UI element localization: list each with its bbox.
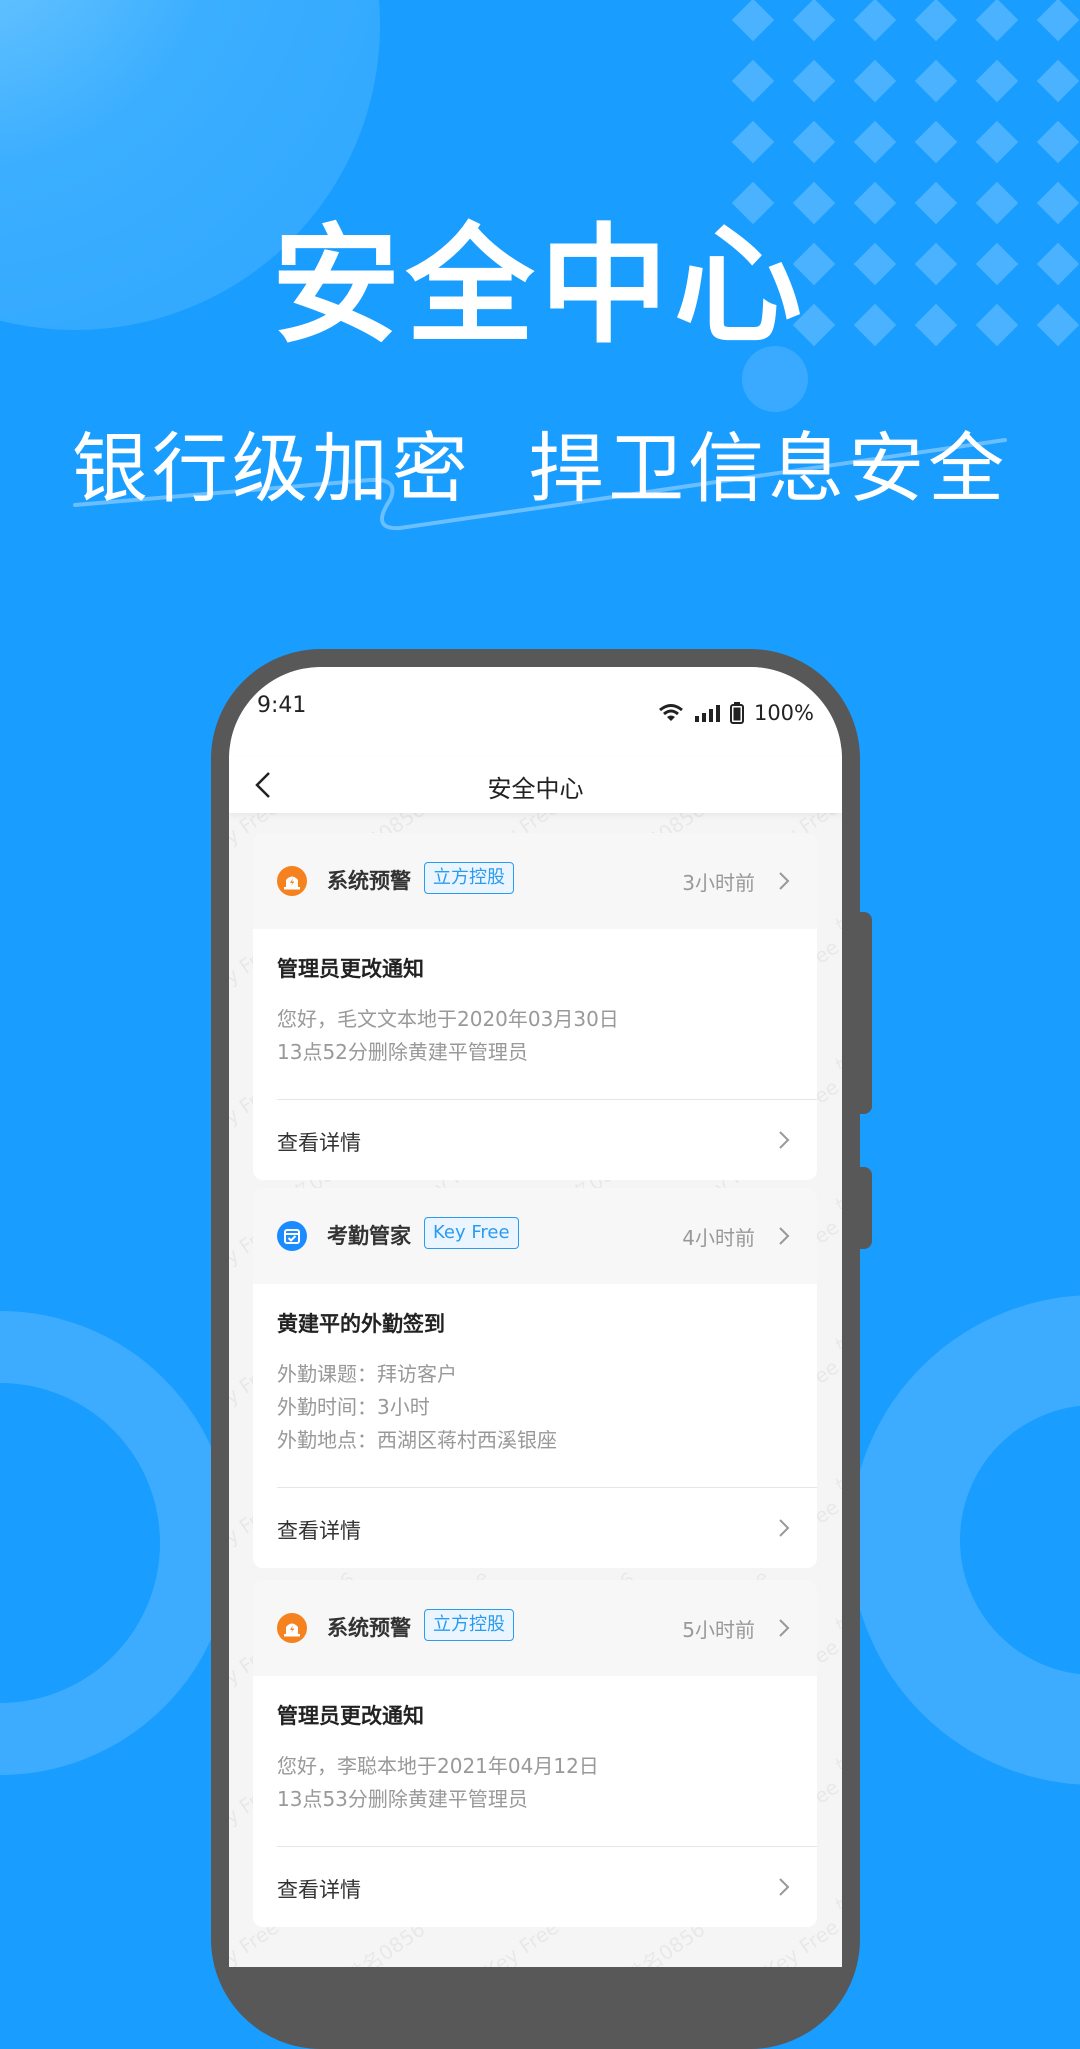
diamond-shape xyxy=(914,0,958,42)
status-bar: 9:41 100% xyxy=(229,667,842,757)
diamond-shape xyxy=(792,0,836,42)
diamond-shape xyxy=(731,120,775,164)
message-line: 外勤时间：3小时 xyxy=(277,1395,430,1419)
app-name: 系统预警 xyxy=(327,1616,411,1640)
chevron-right-icon xyxy=(779,1619,790,1637)
diamond-shape xyxy=(975,0,1019,42)
notification-card: 系统预警 立方控股 5小时前 管理员更改通知 您好，李聪本地于2021年04月1… xyxy=(253,1580,817,1927)
message-line: 外勤课题：拜访客户 xyxy=(277,1362,457,1386)
diamond-shape xyxy=(853,0,897,42)
view-details-label: 查看详情 xyxy=(277,1519,361,1543)
message-body: 您好，李聪本地于2021年04月12日 13点53分删除黄建平管理员 xyxy=(253,1730,817,1816)
watermark-text: 姓名0856 xyxy=(831,1006,842,1079)
message-body: 外勤课题：拜访客户 外勤时间：3小时外勤地点：西湖区蒋村西溪银座 xyxy=(253,1338,817,1457)
notification-card: 系统预警 立方控股 3小时前 管理员更改通知 您好，毛文文本地于2020年03月… xyxy=(253,833,817,1180)
diamond-shape xyxy=(731,0,775,42)
diamond-shape xyxy=(975,120,1019,164)
wifi-icon xyxy=(659,704,683,721)
view-details-label: 查看详情 xyxy=(277,1878,361,1902)
view-details-button[interactable]: 查看详情 xyxy=(253,1847,817,1927)
nav-title: 安全中心 xyxy=(487,775,584,803)
card-header[interactable]: 考勤管家 Key Free 4小时前 xyxy=(253,1188,817,1284)
phone-side-button xyxy=(858,912,872,1114)
time-ago: 3小时前 xyxy=(682,871,755,895)
watermark-text: 姓名0856 xyxy=(831,1706,842,1779)
diamond-shape xyxy=(792,59,836,103)
diamond-shape xyxy=(853,120,897,164)
message-line: 13点53分删除黄建平管理员 xyxy=(277,1787,528,1811)
battery-level: 100% xyxy=(753,701,814,725)
diamond-shape xyxy=(1036,0,1080,42)
diamond-shape xyxy=(853,59,897,103)
diamond-shape xyxy=(914,59,958,103)
watermark-text: 姓名0856 xyxy=(831,866,842,939)
diamond-shape xyxy=(731,59,775,103)
chevron-right-icon xyxy=(779,1519,790,1537)
alarm-icon xyxy=(277,1613,307,1643)
background-ring-left xyxy=(0,1311,232,1775)
view-details-label: 查看详情 xyxy=(277,1131,361,1155)
watermark-text: 姓名0856 xyxy=(831,1566,842,1639)
org-tag: Key Free xyxy=(424,1217,519,1249)
phone-side-button xyxy=(858,1167,872,1249)
chevron-right-icon xyxy=(779,1878,790,1896)
message-line: 您好，李聪本地于2021年04月12日 xyxy=(277,1754,599,1778)
notification-card: 考勤管家 Key Free 4小时前 黄建平的外勤签到 外勤课题：拜访客户 外勤时… xyxy=(253,1188,817,1568)
diamond-shape xyxy=(1036,120,1080,164)
org-tag: 立方控股 xyxy=(424,1609,514,1641)
message-title: 黄建平的外勤签到 xyxy=(277,1312,445,1336)
card-header[interactable]: 系统预警 立方控股 3小时前 xyxy=(253,833,817,929)
nav-bar: 安全中心 xyxy=(229,757,842,813)
watermark-text: 姓名0856 xyxy=(831,1286,842,1359)
message-body: 您好，毛文文本地于2020年03月30日 13点52分删除黄建平管理员 xyxy=(253,983,817,1069)
app-name: 考勤管家 xyxy=(327,1224,411,1248)
watermark-text: 姓名0856 xyxy=(831,1146,842,1219)
app-name: 系统预警 xyxy=(327,869,411,893)
calendar-check-icon xyxy=(277,1221,307,1251)
hero-subtitle: 银行级加密 捍卫信息安全 xyxy=(71,424,1009,513)
message-line: 13点52分删除黄建平管理员 xyxy=(277,1040,528,1064)
watermark-text: 姓名0856 xyxy=(831,1426,842,1499)
diamond-shape xyxy=(914,120,958,164)
org-tag: 立方控股 xyxy=(424,862,514,894)
chevron-right-icon xyxy=(779,1227,790,1245)
message-title: 管理员更改通知 xyxy=(277,1704,424,1728)
diamond-shape xyxy=(792,120,836,164)
watermark-text: 姓名0856 xyxy=(831,1846,842,1919)
message-title: 管理员更改通知 xyxy=(277,957,424,981)
time-ago: 4小时前 xyxy=(682,1226,755,1250)
battery-icon xyxy=(729,702,744,724)
background-ring-right xyxy=(850,1295,1080,1785)
chevron-right-icon xyxy=(779,1131,790,1149)
time-ago: 5小时前 xyxy=(682,1618,755,1642)
signal-icon xyxy=(694,705,720,722)
hero-title: 安全中心 xyxy=(271,212,808,361)
status-time: 9:41 xyxy=(257,693,307,718)
card-header[interactable]: 系统预警 立方控股 5小时前 xyxy=(253,1580,817,1676)
alarm-icon xyxy=(277,866,307,896)
message-line: 您好，毛文文本地于2020年03月30日 xyxy=(277,1007,619,1031)
view-details-button[interactable]: 查看详情 xyxy=(253,1488,817,1568)
chevron-right-icon xyxy=(779,872,790,890)
diamond-shape xyxy=(975,59,1019,103)
phone-screen: 姓名0856Key Free姓名0856Key Free姓名0856Key Fr… xyxy=(229,667,842,1967)
message-line: 外勤地点：西湖区蒋村西溪银座 xyxy=(277,1428,557,1452)
diamond-shape xyxy=(1036,59,1080,103)
view-details-button[interactable]: 查看详情 xyxy=(253,1100,817,1180)
